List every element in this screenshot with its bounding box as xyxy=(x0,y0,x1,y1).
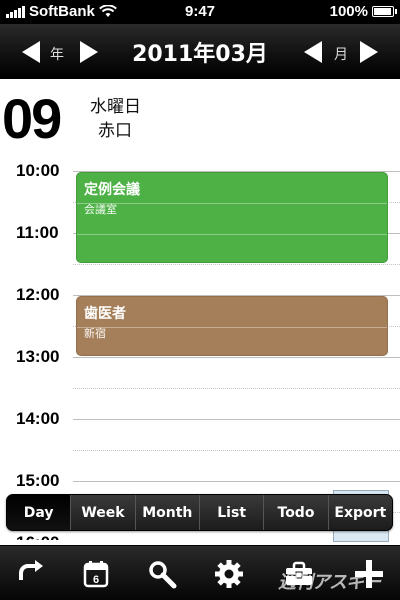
calendar-event[interactable]: 定例会議 会議室 xyxy=(76,172,388,263)
tab-day[interactable]: Day xyxy=(7,495,71,530)
next-month-button[interactable] xyxy=(360,41,378,63)
event-gridline xyxy=(77,234,387,235)
event-gridline xyxy=(77,327,387,328)
previous-month-button[interactable] xyxy=(304,41,322,63)
add-icon[interactable] xyxy=(353,558,385,590)
refresh-icon[interactable] xyxy=(14,558,46,590)
half-hour-gridline xyxy=(73,264,400,265)
battery-icon xyxy=(372,6,397,17)
view-switcher: Day Week Month List Todo Export xyxy=(6,494,393,531)
month-navigation-bar: 年 2011年03月 月 xyxy=(0,24,400,79)
rokuyo-label: 赤口 xyxy=(98,121,132,141)
hour-label: 12:00 xyxy=(16,285,60,304)
tab-todo[interactable]: Todo xyxy=(263,495,328,530)
year-unit-label: 年 xyxy=(50,47,64,63)
search-icon[interactable] xyxy=(146,558,178,590)
day-timeline[interactable]: 10:00 11:00 12:00 13:00 14:00 15:00 16:00 定例会議会… xyxy=(0,150,400,540)
battery-percentage: 100% xyxy=(329,3,368,20)
event-title: 歯医者 xyxy=(84,306,126,322)
hour-label: 11:00 xyxy=(16,223,59,242)
event-gridline xyxy=(77,203,387,204)
weekday-label: 水曜日 xyxy=(90,97,141,117)
battery-fill xyxy=(374,8,391,15)
calendar-event[interactable]: 歯医者 新宿 xyxy=(76,296,388,356)
hour-label: 16:00 xyxy=(16,533,59,540)
tab-month[interactable]: Month xyxy=(134,495,199,530)
tab-export[interactable]: Export xyxy=(327,495,392,530)
calendar-today-icon[interactable]: 6 xyxy=(80,558,112,590)
hour-gridline xyxy=(73,419,400,420)
bottom-toolbar: 6 xyxy=(0,545,400,600)
calendar-icon-day: 6 xyxy=(93,574,99,586)
gear-icon[interactable] xyxy=(213,558,245,590)
hour-label: 15:00 xyxy=(16,471,60,490)
month-unit-label: 月 xyxy=(334,47,348,63)
hour-gridline xyxy=(73,481,400,482)
hour-label: 13:00 xyxy=(16,347,60,366)
toolbox-icon[interactable] xyxy=(283,558,315,590)
previous-year-button[interactable] xyxy=(22,41,40,63)
day-number: 09 xyxy=(2,87,62,150)
tab-week[interactable]: Week xyxy=(70,495,135,530)
tab-list[interactable]: List xyxy=(198,495,264,530)
next-year-button[interactable] xyxy=(80,41,98,63)
half-hour-gridline xyxy=(73,450,400,451)
hour-label: 14:00 xyxy=(16,409,60,428)
event-title: 定例会議 xyxy=(84,182,140,198)
hour-gridline xyxy=(73,357,400,358)
day-header: 09 水曜日 赤口 xyxy=(0,80,400,150)
status-bar: SoftBank 9:47 100% xyxy=(0,0,400,24)
half-hour-gridline xyxy=(73,388,400,389)
battery-info: 100% xyxy=(329,3,397,20)
hour-label: 10:00 xyxy=(16,161,60,180)
